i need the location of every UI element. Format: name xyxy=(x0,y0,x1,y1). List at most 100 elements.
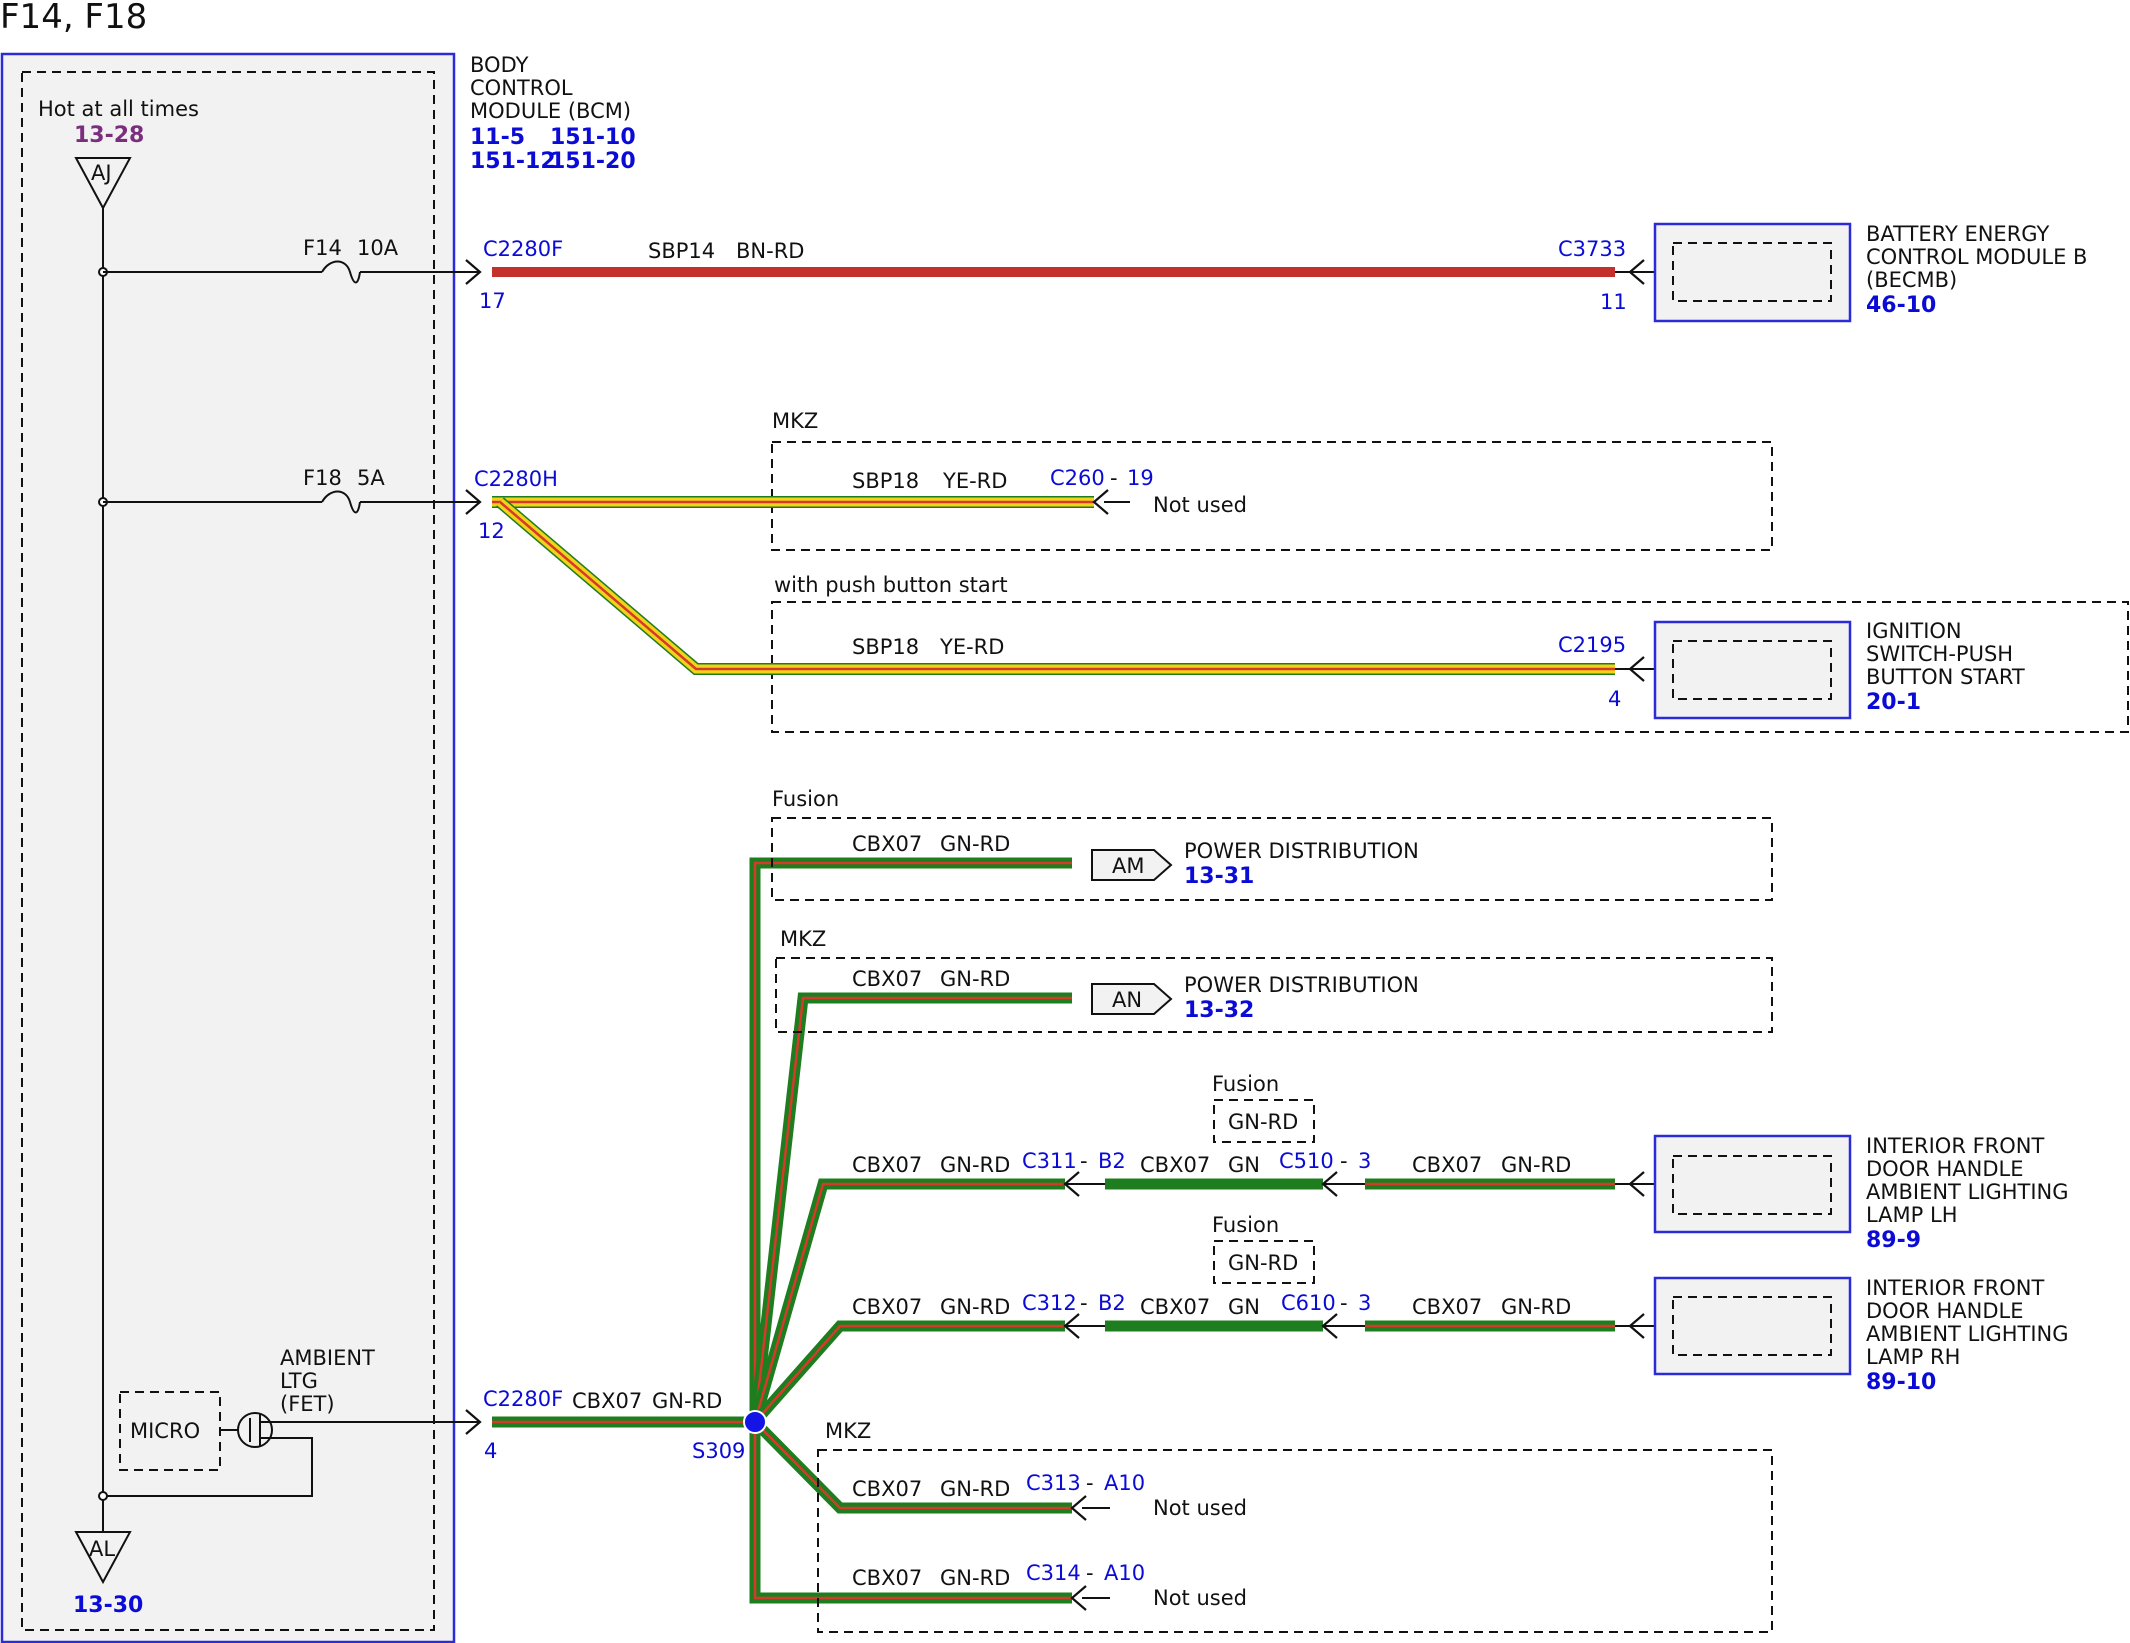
wire-lh-mid-color: GN xyxy=(1228,1153,1260,1177)
rh-lamp-module-box[interactable] xyxy=(1653,1276,1852,1376)
c3733-pin-11: 11 xyxy=(1600,290,1627,314)
fet-label-line2: LTG xyxy=(280,1369,318,1393)
wire-rh-mid-circuit: CBX07 xyxy=(1140,1295,1210,1319)
bcm-ref-2[interactable]: 151-10 xyxy=(550,125,636,150)
wire-cbx07-feed-color: GN-RD xyxy=(652,1389,722,1413)
c314-pin: A10 xyxy=(1104,1561,1145,1585)
becmb-module-box[interactable] xyxy=(1653,222,1852,323)
c260-dash: - xyxy=(1110,466,1118,490)
ignition-name-line1: IGNITION xyxy=(1866,619,1962,643)
c313-dash: - xyxy=(1086,1471,1094,1495)
wire-lh-circuit: CBX07 xyxy=(852,1153,922,1177)
am-connector-label[interactable]: AM xyxy=(1112,854,1144,878)
ignition-ref[interactable]: 20-1 xyxy=(1866,690,1921,715)
an-dest-ref[interactable]: 13-32 xyxy=(1184,998,1254,1023)
wire-sbp18-pbs-stripe xyxy=(499,501,1615,671)
c2280f-connector-label-top[interactable]: C2280F xyxy=(483,237,563,261)
splice-s309-label[interactable]: S309 xyxy=(692,1439,745,1463)
lh-dest-line3: AMBIENT LIGHTING xyxy=(1866,1180,2069,1204)
bcm-ref-4[interactable]: 151-20 xyxy=(550,149,636,174)
mkz-group-label-c260: MKZ xyxy=(772,409,818,433)
wire-am-circuit: CBX07 xyxy=(852,832,922,856)
wire-cbx07-an[interactable] xyxy=(749,992,1072,1423)
fet-label-line1: AMBIENT xyxy=(280,1346,375,1370)
al-ref[interactable]: 13-30 xyxy=(73,1593,143,1618)
c2195-pin-4: 4 xyxy=(1608,687,1621,711)
c314-dash: - xyxy=(1086,1561,1094,1585)
bcm-name-line1: BODY xyxy=(470,53,529,77)
wire-c313-color: GN-RD xyxy=(940,1477,1010,1501)
wire-sbp18-mkz-circuit: SBP18 xyxy=(852,469,919,493)
wire-c314-circuit: CBX07 xyxy=(852,1566,922,1590)
bcm-name-line2: CONTROL xyxy=(470,76,573,100)
becmb-ref[interactable]: 46-10 xyxy=(1866,293,1936,318)
wire-cbx07-feed-circuit: CBX07 xyxy=(572,1389,642,1413)
c510-dash: - xyxy=(1340,1149,1348,1173)
wire-lh-end-circuit: CBX07 xyxy=(1412,1153,1482,1177)
wire-lh-mid-circuit: CBX07 xyxy=(1140,1153,1210,1177)
fusion-group-label-am: Fusion xyxy=(772,787,839,811)
c3733-connector-label[interactable]: C3733 xyxy=(1558,237,1626,261)
fet-label-line3: (FET) xyxy=(280,1392,335,1416)
c260-connector-label[interactable]: C260 xyxy=(1050,466,1105,490)
wire-sbp18-pbs-circuit: SBP18 xyxy=(852,635,919,659)
page-title: F14, F18 xyxy=(0,0,147,37)
wire-rh-end-color: GN-RD xyxy=(1501,1295,1571,1319)
c312-connector-label[interactable]: C312 xyxy=(1022,1291,1077,1315)
c312-pin: B2 xyxy=(1098,1291,1126,1315)
ignition-switch-module-box[interactable] xyxy=(1653,620,1852,720)
lh-dest-line4: LAMP LH xyxy=(1866,1203,1958,1227)
lh-dest-line2: DOOR HANDLE xyxy=(1866,1157,2024,1181)
wire-cbx07-rh[interactable] xyxy=(750,1320,1065,1426)
hot-ref[interactable]: 13-28 xyxy=(74,123,144,148)
wire-rh-mid-color: GN xyxy=(1228,1295,1260,1319)
an-connector-label[interactable]: AN xyxy=(1112,988,1142,1012)
c610-dash: - xyxy=(1340,1291,1348,1315)
wire-lh-end-color: GN-RD xyxy=(1501,1153,1571,1177)
am-dest-ref[interactable]: 13-31 xyxy=(1184,864,1254,889)
bcm-ref-3[interactable]: 151-12 xyxy=(470,149,556,174)
fuse-f14-name: F14 xyxy=(303,236,342,260)
c260-status: Not used xyxy=(1153,493,1247,517)
lh-lamp-module-box[interactable] xyxy=(1653,1134,1852,1234)
bus-node-fet xyxy=(98,1491,108,1501)
c2195-connector-label[interactable]: C2195 xyxy=(1558,633,1626,657)
c2280h-connector-label[interactable]: C2280H xyxy=(474,467,558,491)
becmb-name-line3: (BECMB) xyxy=(1866,268,1957,292)
bcm-ref-1[interactable]: 11-5 xyxy=(470,125,525,150)
wire-sbp14-circuit: SBP14 xyxy=(648,239,715,263)
aj-connector-label[interactable]: AJ xyxy=(91,161,112,185)
c610-pin: 3 xyxy=(1358,1291,1371,1315)
fuse-f18-rating: 5A xyxy=(357,466,385,490)
c510-connector-label[interactable]: C510 xyxy=(1279,1149,1334,1173)
c314-connector-label[interactable]: C314 xyxy=(1026,1561,1081,1585)
splice-s309-icon[interactable] xyxy=(743,1410,767,1434)
wire-lh-color: GN-RD xyxy=(940,1153,1010,1177)
bcm-module-box xyxy=(0,52,456,1643)
rh-dest-line2: DOOR HANDLE xyxy=(1866,1299,2024,1323)
wire-c313-circuit: CBX07 xyxy=(852,1477,922,1501)
c311-connector-label[interactable]: C311 xyxy=(1022,1149,1077,1173)
an-dest-name: POWER DISTRIBUTION xyxy=(1184,973,1419,997)
c610-connector-label[interactable]: C610 xyxy=(1281,1291,1336,1315)
c260-pin: 19 xyxy=(1127,466,1154,490)
c313-connector-label[interactable]: C313 xyxy=(1026,1471,1081,1495)
wire-sbp14-color: BN-RD xyxy=(736,239,804,263)
rh-dest-line1: INTERIOR FRONT xyxy=(1866,1276,2044,1300)
c313-status: Not used xyxy=(1153,1496,1247,1520)
am-dest-name: POWER DISTRIBUTION xyxy=(1184,839,1419,863)
wire-sbp18-mkz-color: YE-RD xyxy=(942,469,1007,493)
bcm-name-line3: MODULE (BCM) xyxy=(470,99,631,123)
ignition-name-line3: BUTTON START xyxy=(1866,665,2025,689)
rh-dest-ref[interactable]: 89-10 xyxy=(1866,1370,1936,1395)
becmb-name-line2: CONTROL MODULE B xyxy=(1866,245,2087,269)
lh-dest-line1: INTERIOR FRONT xyxy=(1866,1134,2044,1158)
al-connector-label[interactable]: AL xyxy=(89,1537,115,1561)
c312-dash: - xyxy=(1080,1291,1088,1315)
c311-pin: B2 xyxy=(1098,1149,1126,1173)
wire-an-circuit: CBX07 xyxy=(852,967,922,991)
wiring-diagram: F14, F18 BODY CONTROL MODULE (BCM) 11-5 … xyxy=(0,0,2129,1643)
c2280f-connector-label-bottom[interactable]: C2280F xyxy=(483,1387,563,1411)
fuse-f14-rating: 10A xyxy=(357,236,399,260)
lh-dest-ref[interactable]: 89-9 xyxy=(1866,1228,1921,1253)
